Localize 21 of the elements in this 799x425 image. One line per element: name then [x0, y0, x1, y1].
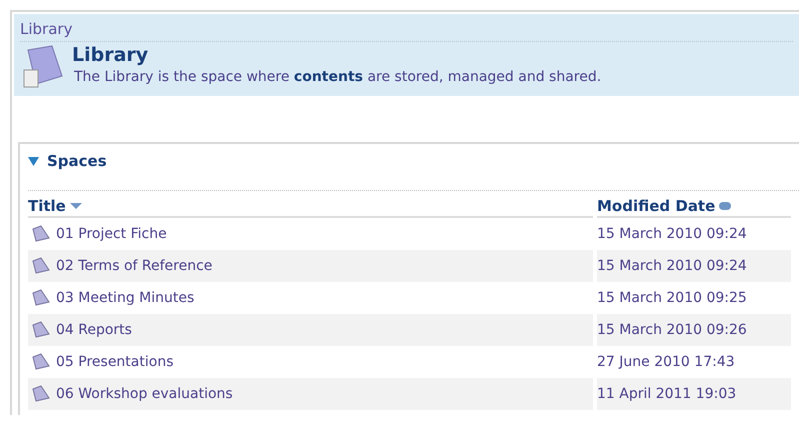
space-link[interactable]: 01 Project Fiche	[56, 226, 167, 242]
page-title: Library	[72, 44, 150, 66]
space-icon	[30, 321, 50, 339]
space-link[interactable]: 02 Terms of Reference	[56, 258, 212, 274]
column-header[interactable]: Title	[28, 197, 82, 215]
page-description: The Library is the space where contents are stored, managed and shared.	[74, 69, 602, 85]
space-icon	[30, 289, 50, 307]
spaces-toggle[interactable]: Spaces	[28, 152, 107, 170]
space-icon	[30, 385, 50, 403]
space-link[interactable]: 04 Reports	[56, 322, 132, 338]
breadcrumb: Library	[20, 20, 793, 42]
space-link[interactable]: 03 Meeting Minutes	[56, 290, 194, 306]
space-link[interactable]: 05 Presentations	[56, 354, 174, 370]
space-icon	[30, 353, 50, 371]
space-link[interactable]: 06 Workshop evaluations	[56, 386, 233, 402]
column-header[interactable]: Modified Date	[597, 197, 732, 215]
date-cell: 15 March 2010 09:26	[597, 314, 791, 346]
date-cell: 11 April 2011 19:03	[597, 378, 791, 410]
space-icon	[30, 225, 50, 243]
space-icon	[30, 257, 50, 275]
date-cell: 15 March 2010 09:24	[597, 250, 791, 282]
